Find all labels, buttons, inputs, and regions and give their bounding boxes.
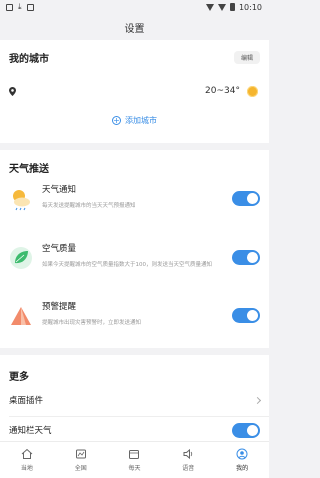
push-label: 天气通知 bbox=[42, 185, 77, 195]
add-city-button[interactable]: + 添加城市 bbox=[0, 115, 269, 126]
edit-button[interactable]: 编辑 bbox=[233, 51, 260, 64]
tab-national[interactable]: 全国 bbox=[54, 442, 108, 478]
tab-local[interactable]: 当地 bbox=[0, 442, 54, 478]
air-quality-toggle[interactable] bbox=[232, 250, 260, 265]
weather-notification-toggle[interactable] bbox=[232, 191, 260, 206]
notification-bar-row: 通知栏天气 bbox=[9, 420, 260, 440]
status-time: 10:10 bbox=[238, 2, 262, 12]
desktop-widget-row[interactable]: 桌面插件 bbox=[9, 390, 262, 410]
location-pin-icon bbox=[9, 86, 16, 96]
home-icon bbox=[21, 448, 33, 459]
profile-icon bbox=[236, 448, 248, 460]
push-label: 空气质量 bbox=[42, 244, 77, 254]
calendar-icon bbox=[129, 450, 140, 459]
add-city-label: 添加城市 bbox=[125, 116, 157, 125]
tab-mine[interactable]: 我的 bbox=[215, 442, 269, 478]
my-city-section: 我的城市 编辑 20~34° + 添加城市 bbox=[0, 40, 269, 143]
notification-bar-toggle[interactable] bbox=[232, 422, 260, 438]
city-temperature: 20~34° bbox=[205, 86, 240, 96]
notification-bar-label: 通知栏天气 bbox=[9, 426, 52, 436]
add-icon: + bbox=[112, 116, 121, 125]
divider bbox=[9, 416, 269, 417]
wifi-icon bbox=[205, 3, 214, 11]
tab-voice[interactable]: 语音 bbox=[161, 442, 215, 478]
more-title: 更多 bbox=[9, 372, 29, 383]
tab-daily[interactable]: 每天 bbox=[108, 442, 162, 478]
app-notification-icon bbox=[26, 3, 34, 11]
notification-icon bbox=[6, 3, 13, 11]
app-bar: 设置 bbox=[0, 14, 269, 40]
bottom-tab-bar: 当地 全国 每天 语音 我的 bbox=[0, 441, 269, 478]
warning-icon bbox=[11, 307, 31, 325]
chevron-right-icon bbox=[253, 396, 262, 404]
sun-cloud-icon bbox=[13, 190, 30, 211]
push-desc: 每天发送提醒城市的当天天气预报通知 bbox=[42, 203, 136, 209]
status-bar: ⤓ 10:10 bbox=[0, 0, 269, 14]
push-desc: 提醒城市出现灾害预警时，立即发送通知 bbox=[42, 320, 142, 326]
weather-push-section: 天气推送 天气通知 每天发送提醒城市的当天天气预报通知 空气质量 如果今天提醒城… bbox=[0, 150, 269, 348]
push-item-weather: 天气通知 每天发送提醒城市的当天天气预报通知 bbox=[9, 183, 260, 211]
push-item-air: 空气质量 如果今天提醒城市的空气质量指数大于100，则发送当天空气质量通知 bbox=[9, 242, 260, 270]
speaker-icon bbox=[183, 448, 193, 460]
battery-icon bbox=[229, 3, 235, 11]
download-icon: ⤓ bbox=[18, 2, 22, 11]
desktop-widget-label: 桌面插件 bbox=[9, 396, 44, 406]
push-label: 预警提醒 bbox=[42, 302, 77, 312]
my-city-title: 我的城市 bbox=[9, 54, 49, 65]
map-icon bbox=[75, 449, 86, 459]
city-row[interactable]: 20~34° bbox=[9, 83, 258, 99]
sunny-icon bbox=[247, 85, 258, 97]
leaf-icon bbox=[10, 247, 32, 269]
push-item-warning: 预警提醒 提醒城市出现灾害预警时，立即发送通知 bbox=[9, 300, 260, 328]
warning-toggle[interactable] bbox=[232, 308, 260, 323]
page-title: 设置 bbox=[124, 23, 145, 35]
more-section: 更多 桌面插件 通知栏天气 bbox=[0, 355, 269, 452]
push-desc: 如果今天提醒城市的空气质量指数大于100，则发送当天空气质量通知 bbox=[42, 262, 213, 268]
signal-icon bbox=[217, 3, 226, 11]
weather-push-title: 天气推送 bbox=[9, 164, 49, 175]
